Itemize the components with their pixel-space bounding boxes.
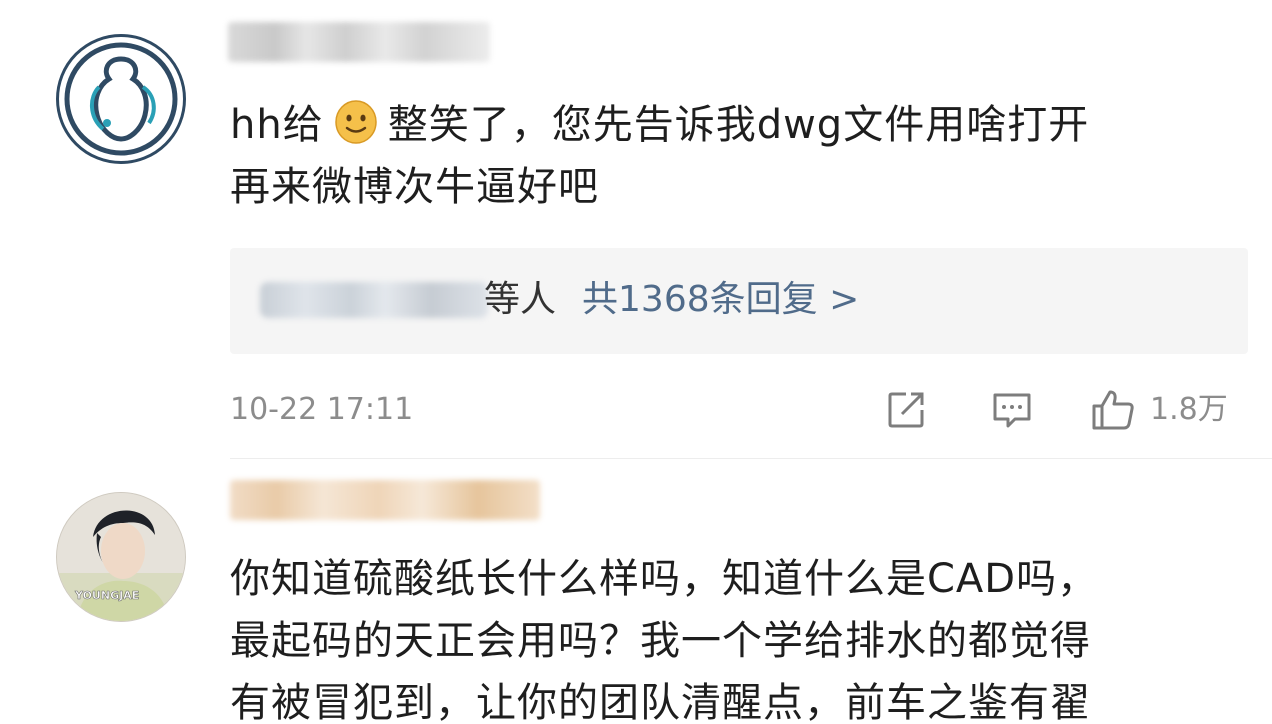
- comment-text-after-emoji: 整笑了，您先告诉我dwg文件用啥打开: [387, 102, 1090, 148]
- comment-item: hh给 整笑了，您先告诉我dwg文件用啥打开 再来微博次牛逼好吧 等人 共1368条…: [0, 0, 1272, 460]
- timestamp: 10-22 17:11: [230, 392, 414, 427]
- divider: [230, 458, 1272, 459]
- comment-text-line-2: 最起码的天正会用吗？我一个学给排水的都觉得: [230, 618, 1091, 664]
- like-button[interactable]: 1.8万: [1090, 388, 1228, 432]
- share-icon: [888, 392, 924, 428]
- comment-text-line-1: hh给 整笑了，您先告诉我dwg文件用啥打开: [230, 94, 1240, 156]
- comment-text-line-1: 你知道硫酸纸长什么样吗，知道什么是CAD吗，: [230, 556, 1099, 602]
- grinning-face-emoji-icon: [334, 99, 378, 145]
- comment-text: hh给 整笑了，您先告诉我dwg文件用啥打开 再来微博次牛逼好吧: [230, 94, 1240, 218]
- comment-icon: [993, 393, 1031, 428]
- replier-names-blurred: [260, 282, 488, 318]
- avatar-photo-text: YOUNGJAE: [74, 589, 139, 602]
- comment-text-before-emoji: hh给: [230, 102, 324, 148]
- username-blurred[interactable]: [230, 480, 540, 520]
- replies-suffix: 等人: [484, 279, 557, 320]
- comment-text: 你知道硫酸纸长什么样吗，知道什么是CAD吗， 最起码的天正会用吗？我一个学给排水…: [230, 548, 1240, 724]
- avatar[interactable]: YOUNGJAE: [56, 492, 186, 622]
- user-photo-avatar-icon: YOUNGJAE: [57, 493, 185, 621]
- thumbs-up-icon: [1092, 390, 1134, 430]
- like-count: 1.8万: [1150, 392, 1228, 427]
- view-replies-link[interactable]: 共1368条回复 >: [582, 279, 859, 320]
- comment-meta: 10-22 17:11 1.8万: [230, 384, 1250, 436]
- comment-text-line-2: 再来微博次牛逼好吧: [230, 164, 599, 210]
- team-logo-avatar-icon: [64, 42, 178, 156]
- avatar[interactable]: [56, 34, 186, 164]
- comment-button[interactable]: [990, 388, 1034, 432]
- replies-preview[interactable]: 等人 共1368条回复 >: [230, 248, 1248, 354]
- username-blurred[interactable]: [228, 22, 490, 62]
- comment-feed: hh给 整笑了，您先告诉我dwg文件用啥打开 再来微博次牛逼好吧 等人 共1368条…: [0, 0, 1272, 724]
- replies-summary: 等人 共1368条回复 >: [484, 274, 859, 326]
- share-button[interactable]: [884, 388, 928, 432]
- comment-text-line-3: 有被冒犯到，让你的团队清醒点，前车之鉴有翟: [230, 680, 1091, 724]
